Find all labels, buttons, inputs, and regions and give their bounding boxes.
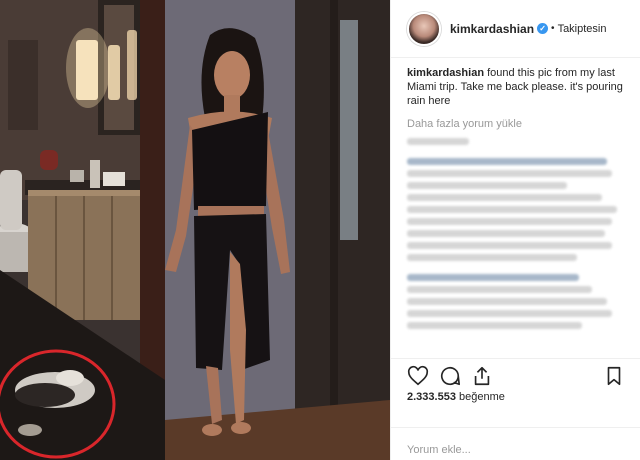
- comment-icon[interactable]: [439, 365, 461, 387]
- caption: kimkardashian found this pic from my las…: [407, 66, 629, 108]
- verified-badge-icon: ✓: [537, 23, 549, 34]
- share-icon[interactable]: [471, 365, 493, 387]
- heart-icon[interactable]: [407, 365, 429, 387]
- follow-status-button[interactable]: Takiptesin: [558, 23, 607, 35]
- username-link[interactable]: kimkardashian: [450, 22, 534, 36]
- avatar[interactable]: [407, 11, 441, 46]
- photo-scene: [0, 0, 390, 460]
- load-more-comments-link[interactable]: Daha fazla yorum yükle: [407, 118, 629, 130]
- comment-box: [391, 427, 640, 460]
- post-photo[interactable]: [0, 0, 390, 460]
- likes-suffix: beğenme: [455, 391, 505, 403]
- post-header: kimkardashian ✓ • Takiptesin: [391, 0, 640, 58]
- blurred-comments: [407, 138, 629, 329]
- comment-input[interactable]: [407, 444, 625, 456]
- action-bar: [391, 358, 640, 390]
- bookmark-icon[interactable]: [603, 365, 625, 387]
- likes-count[interactable]: 2.333.553 beğenme: [407, 391, 505, 403]
- likes-number: 2.333.553: [407, 391, 456, 403]
- caption-author-link[interactable]: kimkardashian: [407, 67, 484, 79]
- comments-section: kimkardashian found this pic from my las…: [407, 66, 629, 334]
- header-separator: •: [551, 23, 555, 34]
- post-side-panel: kimkardashian ✓ • Takiptesin kimkardashi…: [390, 0, 640, 460]
